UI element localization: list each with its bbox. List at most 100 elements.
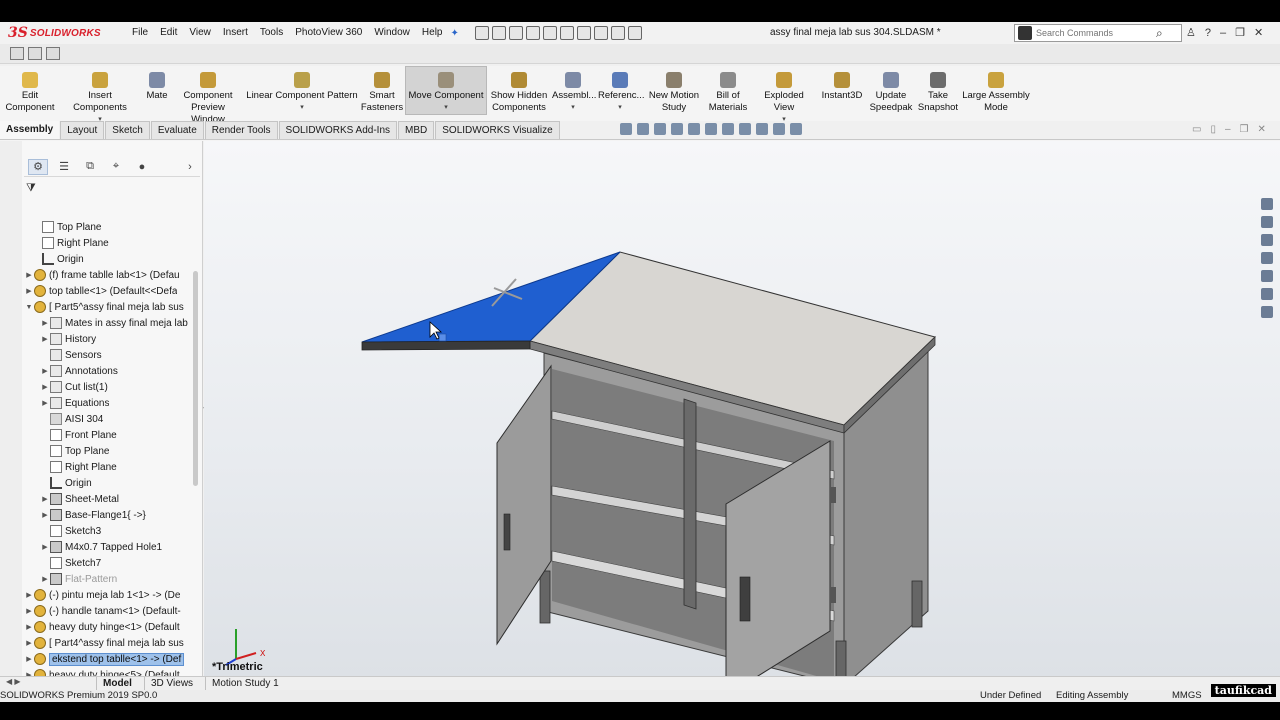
expand-arrow-icon[interactable]: ▶ <box>24 655 34 663</box>
tree-item[interactable]: ▶ History <box>24 331 192 347</box>
menu-help[interactable]: Help <box>416 22 449 44</box>
restore-icon[interactable]: ❐ <box>1235 22 1245 44</box>
tab-model[interactable]: Model <box>96 677 138 691</box>
section-view-icon[interactable] <box>671 123 683 135</box>
camera-icon[interactable] <box>10 47 24 60</box>
tab-render-tools[interactable]: Render Tools <box>204 121 278 139</box>
expand-arrow-icon[interactable]: ▶ <box>24 271 34 279</box>
status-units[interactable]: MMGS <box>1172 690 1202 702</box>
move-component-dropdown-icon[interactable]: ▾ <box>406 102 486 114</box>
hinge-upper[interactable] <box>830 487 836 503</box>
tree-item[interactable]: Origin <box>24 475 192 491</box>
display-style-icon[interactable] <box>722 123 734 135</box>
menu-file[interactable]: File <box>126 22 154 44</box>
leg-back-right[interactable] <box>911 580 923 628</box>
tab-motion-study-1[interactable]: Motion Study 1 <box>205 677 285 691</box>
tree-item[interactable]: ▶ (f) frame tablle lab<1> (Defau <box>24 267 192 283</box>
tab-visualize[interactable]: SOLIDWORKS Visualize <box>435 121 560 139</box>
expand-arrow-icon[interactable]: ▶ <box>40 495 50 503</box>
selection-handle[interactable] <box>438 333 447 342</box>
insert-components-button[interactable]: Insert Components ▾ <box>60 72 140 126</box>
solidworks-logo[interactable]: 3S SOLIDWORKS <box>8 25 112 41</box>
edit-component-button[interactable]: Edit Component <box>4 72 56 114</box>
tree-item[interactable]: ▶ ekstend top tablle<1> -> (Def <box>24 651 192 667</box>
tree-item[interactable]: ▶ Cut list(1) <box>24 379 192 395</box>
tab-3d-views[interactable]: 3D Views <box>144 677 199 691</box>
tree-item[interactable]: ▶ (-) pintu meja lab 1<1> -> (De <box>24 587 192 603</box>
tree-item[interactable]: Origin <box>24 251 192 267</box>
tab-layout[interactable]: Layout <box>60 121 105 139</box>
tree-item[interactable]: ▶ heavy duty hinge<1> (Default <box>24 619 192 635</box>
tree-item[interactable]: Right Plane <box>24 235 192 251</box>
leg-front-left[interactable] <box>539 570 551 624</box>
show-hidden-button[interactable]: Show Hidden Components <box>490 72 548 114</box>
view-palette-icon[interactable] <box>1261 252 1273 264</box>
viewport-close-icon[interactable]: ✕ <box>1258 124 1266 135</box>
solidworks-resources-icon[interactable] <box>1261 198 1273 210</box>
search-icon[interactable]: ⌕ <box>1156 26 1163 41</box>
dimxpert-tab-icon[interactable]: ⌖ <box>106 159 126 175</box>
center-post[interactable] <box>683 398 697 610</box>
door-left-handle[interactable] <box>503 513 511 551</box>
display-manager-tab-icon[interactable]: ● <box>132 159 152 175</box>
menu-photoview[interactable]: PhotoView 360 <box>289 22 368 44</box>
reference-geometry-button[interactable]: Referenc... ▾ <box>598 72 644 114</box>
tree-item[interactable]: ▶ Base-Flange1{ ->} <box>24 507 192 523</box>
expand-arrow-icon[interactable]: ▶ <box>40 399 50 407</box>
tree-item[interactable]: ▶ (-) handle tanam<1> (Default- <box>24 603 192 619</box>
tab-scroll-arrows-icon[interactable]: ◀ ▶ <box>6 677 21 686</box>
design-library-icon[interactable] <box>1261 216 1273 228</box>
user-icon[interactable]: ♙ <box>1186 22 1196 44</box>
expand-arrow-icon[interactable]: ▶ <box>40 511 50 519</box>
door-right-handle[interactable] <box>739 576 751 622</box>
new-document-icon[interactable] <box>491 26 506 40</box>
menu-edit[interactable]: Edit <box>154 22 183 44</box>
tree-item[interactable]: Front Plane <box>24 427 192 443</box>
tree-item[interactable]: Right Plane <box>24 459 192 475</box>
expand-arrow-icon[interactable]: ▶ <box>24 287 34 295</box>
assembly-features-dropdown-icon[interactable]: ▾ <box>552 102 594 114</box>
rebuild-icon[interactable] <box>593 26 608 40</box>
bill-of-materials-button[interactable]: Bill of Materials <box>706 72 750 114</box>
expand-arrow-icon[interactable]: ▶ <box>24 607 34 615</box>
undo-icon[interactable] <box>559 26 574 40</box>
tab-evaluate[interactable]: Evaluate <box>150 121 204 139</box>
viewport-restore-icon[interactable]: ▭ <box>1192 124 1201 135</box>
menu-view[interactable]: View <box>183 22 217 44</box>
zoom-to-fit-icon[interactable] <box>620 123 632 135</box>
tree-item[interactable]: ▶ Flat-Pattern <box>24 571 192 587</box>
hide-show-items-icon[interactable] <box>739 123 751 135</box>
pin-icon[interactable]: ✦ <box>450 28 458 39</box>
linear-pattern-button[interactable]: Linear Component Pattern ▾ <box>246 72 358 114</box>
update-speedpak-button[interactable]: Update Speedpak <box>868 72 914 114</box>
tree-item[interactable]: Sensors <box>24 347 192 363</box>
apply-scene-icon[interactable] <box>773 123 785 135</box>
file-properties-icon[interactable] <box>610 26 625 40</box>
take-snapshot-button[interactable]: Take Snapshot <box>916 72 960 114</box>
graphics-area[interactable]: X *Trimetric <box>204 141 1280 676</box>
viewport-minimize-icon[interactable]: – <box>1225 124 1231 135</box>
tree-item[interactable]: ▶ top tablle<1> (Default<<Defa <box>24 283 192 299</box>
tab-assembly[interactable]: Assembly <box>0 121 60 139</box>
tree-item[interactable]: AISI 304 <box>24 411 192 427</box>
tree-scrollbar[interactable] <box>193 271 198 486</box>
print-icon[interactable] <box>542 26 557 40</box>
reference-geometry-dropdown-icon[interactable]: ▾ <box>598 102 642 114</box>
filter-icon[interactable]: ⧩ <box>26 182 36 195</box>
menu-window[interactable]: Window <box>368 22 416 44</box>
tree-item[interactable]: ▶ Sheet-Metal <box>24 491 192 507</box>
collapse-arrow-icon[interactable]: ▼ <box>24 304 34 311</box>
assembly-features-button[interactable]: Assembl... ▾ <box>552 72 596 114</box>
exploded-view-button[interactable]: Exploded View ▾ <box>753 72 815 126</box>
hinge-lower[interactable] <box>830 587 836 603</box>
panel-expand-icon[interactable]: › <box>180 159 200 175</box>
expand-arrow-icon[interactable]: ▶ <box>40 367 50 375</box>
tree-item[interactable]: Top Plane <box>24 443 192 459</box>
smart-fasteners-button[interactable]: Smart Fasteners <box>360 72 404 114</box>
viewport-maximize-icon[interactable]: ❐ <box>1240 124 1249 135</box>
tab-mbd[interactable]: MBD <box>398 121 435 139</box>
tree-item[interactable]: ▶ M4x0.7 Tapped Hole1 <box>24 539 192 555</box>
appearances-icon[interactable] <box>1261 270 1273 282</box>
expand-arrow-icon[interactable]: ▶ <box>40 319 50 327</box>
save-icon[interactable] <box>525 26 540 40</box>
